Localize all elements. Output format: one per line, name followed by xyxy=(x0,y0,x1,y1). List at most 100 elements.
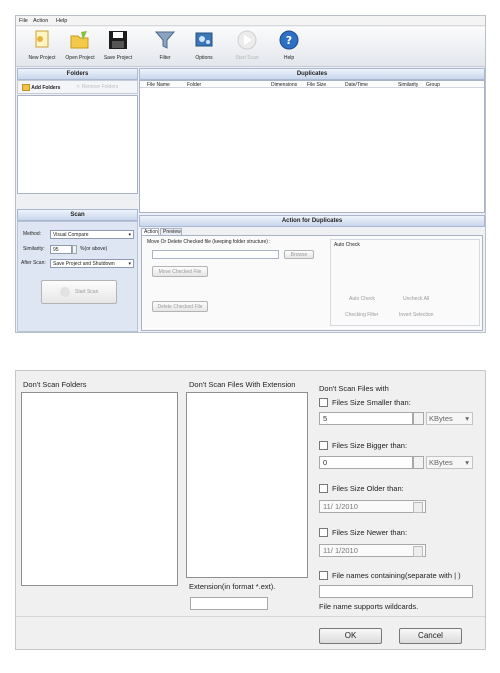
calendar-icon[interactable] xyxy=(413,546,423,557)
newer-label: Files Size Newer than: xyxy=(332,528,408,537)
dialog-divider xyxy=(16,616,485,617)
names-containing-checkbox[interactable] xyxy=(319,571,328,580)
menu-help[interactable]: Help xyxy=(56,18,67,24)
duplicates-header: Duplicates xyxy=(139,68,485,80)
help-button[interactable]: ? Help xyxy=(272,30,306,61)
auto-check-button[interactable]: Auto Check xyxy=(349,296,375,302)
size-smaller-unit-select[interactable]: KBytes ▾ xyxy=(426,412,473,425)
action-header: Action for Duplicates xyxy=(139,215,485,227)
after-scan-label: After Scan: xyxy=(21,260,46,266)
duplicates-table-header: File Name Folder Dimensions File Size Da… xyxy=(140,81,484,88)
menu-action[interactable]: Action xyxy=(33,18,48,24)
wildcards-note: File name supports wildcards. xyxy=(319,602,419,611)
add-folder-icon xyxy=(22,84,30,91)
scan-panel: Method: Visual Compare ▾ Similarity: 95 … xyxy=(17,221,138,332)
column-group[interactable]: Group xyxy=(426,82,440,88)
column-file-name[interactable]: File Name xyxy=(147,82,170,88)
column-folder[interactable]: Folder xyxy=(187,82,201,88)
column-file-size[interactable]: File Size xyxy=(307,82,326,88)
save-project-button[interactable]: Save Project xyxy=(101,30,135,61)
ok-button[interactable]: OK xyxy=(319,628,382,644)
tab-action[interactable]: Action xyxy=(141,228,159,235)
size-smaller-input[interactable]: 5 xyxy=(319,412,413,425)
dropdown-arrow-icon: ▾ xyxy=(128,232,131,238)
size-smaller-label: Files Size Smaller than: xyxy=(332,398,411,407)
svg-text:?: ? xyxy=(286,34,292,47)
action-panel: Action Preview Move Or Delete Checked fi… xyxy=(139,227,485,332)
move-delete-label: Move Or Delete Checked file (keeping fol… xyxy=(147,239,271,245)
after-scan-select[interactable]: Save Project and Shutdown ▾ xyxy=(50,259,134,268)
size-smaller-spinner[interactable] xyxy=(413,412,424,425)
size-smaller-checkbox[interactable] xyxy=(319,398,328,407)
column-similarity[interactable]: Similarity xyxy=(398,82,418,88)
dropdown-arrow-icon: ▾ xyxy=(465,458,469,467)
newer-date-input[interactable]: 11/ 1/2010 xyxy=(319,544,426,557)
folders-toolbar: Add Folders ✕ Remove Folders xyxy=(17,80,138,94)
scan-header: Scan xyxy=(17,209,138,221)
similarity-label: Similarity: xyxy=(23,246,45,252)
toolbar-start-scan-button[interactable]: Start Scan xyxy=(230,30,264,61)
dont-scan-with-label: Don't Scan Files with xyxy=(319,384,389,393)
similarity-spinner[interactable] xyxy=(72,245,77,254)
dont-scan-ext-list[interactable] xyxy=(186,392,308,578)
folder-open-icon xyxy=(70,30,90,50)
toolbar: New Project Open Project Save Project Fi… xyxy=(16,27,485,67)
column-date-time[interactable]: Date/Time xyxy=(345,82,368,88)
dont-scan-folders-label: Don't Scan Folders xyxy=(23,380,87,389)
older-date-input[interactable]: 11/ 1/2010 xyxy=(319,500,426,513)
method-label: Method: xyxy=(23,231,42,237)
help-question-icon: ? xyxy=(279,30,299,50)
new-project-button[interactable]: New Project xyxy=(25,30,59,61)
newer-checkbox[interactable] xyxy=(319,528,328,537)
filter-button[interactable]: Filter xyxy=(148,30,182,61)
play-icon xyxy=(237,30,257,50)
main-window: File Action Help New Project Open Projec… xyxy=(15,15,486,333)
similarity-input[interactable]: 95 xyxy=(50,245,72,254)
dont-scan-folders-list[interactable] xyxy=(21,392,178,586)
move-checked-button[interactable]: Move Checked File xyxy=(152,266,208,277)
floppy-disk-icon xyxy=(108,30,128,50)
dropdown-arrow-icon: ▾ xyxy=(128,261,131,267)
size-bigger-label: Files Size Bigger than: xyxy=(332,441,408,450)
uncheck-all-button[interactable]: Uncheck All xyxy=(403,296,429,302)
dont-scan-ext-label: Don't Scan Files With Extension xyxy=(189,380,296,389)
invert-selection-button[interactable]: Invert Selection xyxy=(399,312,433,318)
options-button[interactable]: Options xyxy=(187,30,221,61)
open-project-button[interactable]: Open Project xyxy=(63,30,97,61)
extension-input[interactable] xyxy=(190,597,268,610)
new-project-icon xyxy=(32,30,52,50)
menu-bar: File Action Help xyxy=(16,16,485,26)
size-bigger-checkbox[interactable] xyxy=(319,441,328,450)
remove-folders-button[interactable]: ✕ Remove Folders xyxy=(76,84,118,90)
names-containing-label: File names containing(separate with | ) xyxy=(332,571,461,580)
action-tab-content: Move Or Delete Checked file (keeping fol… xyxy=(141,235,483,331)
extension-hint-label: Extension(in format *.ext). xyxy=(189,582,276,591)
dropdown-arrow-icon: ▾ xyxy=(465,414,469,423)
browse-button[interactable]: Browse xyxy=(284,250,314,259)
size-bigger-unit-select[interactable]: KBytes ▾ xyxy=(426,456,473,469)
add-folders-button[interactable]: Add Folders xyxy=(22,84,60,91)
column-dimensions[interactable]: Dimensions xyxy=(271,82,297,88)
older-label: Files Size Older than: xyxy=(332,484,404,493)
calendar-icon[interactable] xyxy=(413,502,423,513)
remove-icon: ✕ xyxy=(76,84,81,90)
tab-preview[interactable]: Preview xyxy=(160,228,182,235)
delete-checked-button[interactable]: Delete Checked File xyxy=(152,301,208,312)
size-bigger-spinner[interactable] xyxy=(413,456,424,469)
left-column: Folders Add Folders ✕ Remove Folders Sca… xyxy=(17,68,138,332)
names-containing-input[interactable] xyxy=(319,585,473,598)
method-select[interactable]: Visual Compare ▾ xyxy=(50,230,134,239)
folders-list[interactable] xyxy=(17,95,138,194)
duplicates-table[interactable]: File Name Folder Dimensions File Size Da… xyxy=(139,80,485,213)
size-bigger-input[interactable]: 0 xyxy=(319,456,413,469)
checking-filter-button[interactable]: Checking Filter xyxy=(345,312,378,318)
destination-path-input[interactable] xyxy=(152,250,279,259)
play-icon xyxy=(59,286,70,297)
filter-dialog: Don't Scan Folders Don't Scan Files With… xyxy=(15,370,486,650)
auto-check-group: Auto Check Auto Check Uncheck All Checki… xyxy=(330,239,480,326)
folders-header: Folders xyxy=(17,68,138,80)
cancel-button[interactable]: Cancel xyxy=(399,628,462,644)
start-scan-button[interactable]: Start Scan xyxy=(41,280,117,304)
menu-file[interactable]: File xyxy=(19,18,28,24)
older-checkbox[interactable] xyxy=(319,484,328,493)
